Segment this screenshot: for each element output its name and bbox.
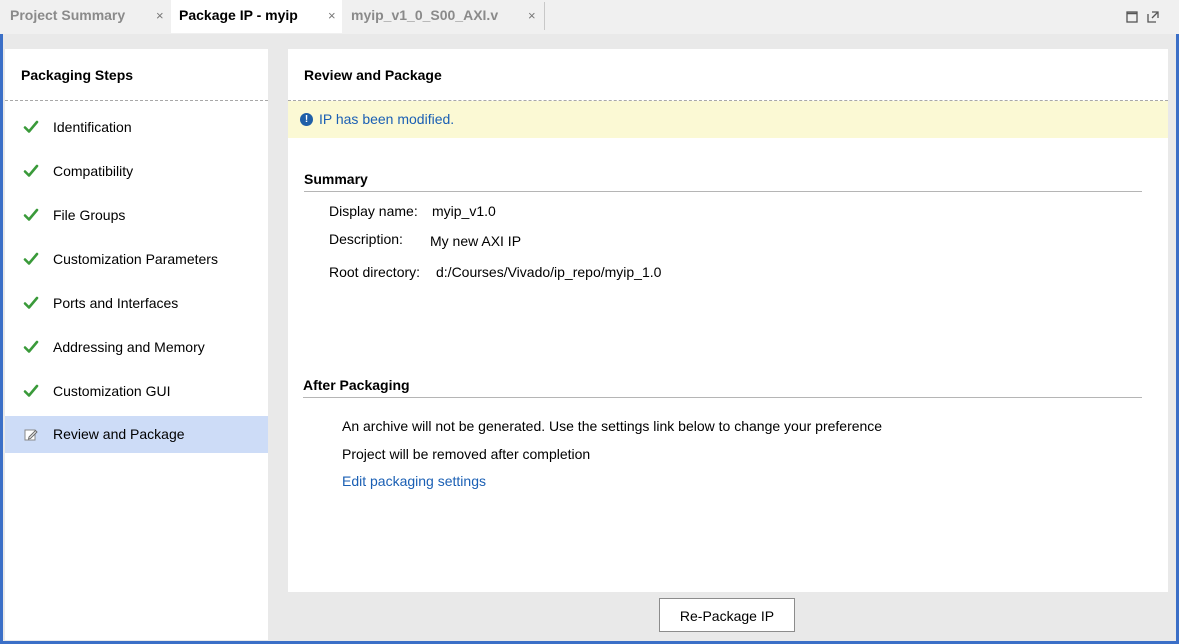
display-name-value: myip_v1.0 [432,203,496,219]
info-icon: ! [300,113,313,126]
summary-divider [304,191,1142,192]
step-label: Customization Parameters [53,251,218,267]
maximize-icon[interactable] [1126,11,1138,23]
tab-label: Project Summary [10,7,126,23]
check-icon [23,340,39,353]
tab-label: Package IP - myip [179,7,298,23]
panel-header: Review and Package [288,49,1168,101]
panel-title: Review and Package [304,67,442,83]
check-icon [23,296,39,309]
root-directory-label: Root directory: [329,264,421,280]
check-icon [23,252,39,265]
step-customization-parameters[interactable]: Customization Parameters [5,241,268,278]
re-package-ip-button[interactable]: Re-Package IP [659,598,795,632]
check-icon [23,208,39,221]
step-label: Ports and Interfaces [53,295,179,311]
modified-banner: ! IP has been modified. [288,101,1168,138]
step-addressing-and-memory[interactable]: Addressing and Memory [5,329,268,366]
editor-tab-bar: Project Summary × Package IP - myip × my… [0,0,1179,35]
close-icon[interactable]: × [328,1,336,31]
review-and-package-panel: Review and Package ! IP has been modifie… [288,49,1168,592]
packaging-steps-header: Packaging Steps [5,49,268,101]
after-packaging-title: After Packaging [303,377,410,393]
close-icon[interactable]: × [528,1,536,31]
tab-label: myip_v1_0_S00_AXI.v [351,7,499,23]
float-icon[interactable] [1147,11,1159,23]
step-label: Customization GUI [53,383,171,399]
check-icon [23,164,39,177]
after-packaging-divider [303,397,1142,398]
tab-divider [544,2,545,30]
tab-myip-v1-0-s00-axi[interactable]: myip_v1_0_S00_AXI.v × [342,0,544,33]
step-identification[interactable]: Identification [5,109,268,146]
description-label: Description: [329,231,403,247]
summary-title: Summary [304,171,368,187]
packaging-steps-panel: Packaging Steps Identification Compatibi… [5,49,268,640]
step-customization-gui[interactable]: Customization GUI [5,373,268,410]
packaging-steps-title: Packaging Steps [21,67,134,83]
step-label: Identification [53,119,132,135]
step-label: Addressing and Memory [53,339,205,355]
display-name-label: Display name: [329,203,418,219]
step-review-and-package[interactable]: Review and Package [5,416,268,453]
check-icon [23,120,39,133]
edit-packaging-settings-link[interactable]: Edit packaging settings [342,473,486,489]
description-value: My new AXI IP [430,233,522,249]
edit-icon [24,429,38,441]
tab-project-summary[interactable]: Project Summary × [0,0,171,33]
project-removal-note: Project will be removed after completion [342,446,591,462]
step-label: Review and Package [53,426,185,442]
step-label: Compatibility [53,163,134,179]
button-bar: Re-Package IP [288,592,1168,640]
close-icon[interactable]: × [156,1,164,31]
step-compatibility[interactable]: Compatibility [5,153,268,190]
banner-text: IP has been modified. [319,111,455,127]
archive-note: An archive will not be generated. Use th… [342,418,883,434]
root-directory-value: d:/Courses/Vivado/ip_repo/myip_1.0 [436,264,662,280]
check-icon [23,384,39,397]
tab-package-ip[interactable]: Package IP - myip × [171,0,342,33]
step-ports-and-interfaces[interactable]: Ports and Interfaces [5,285,268,322]
step-file-groups[interactable]: File Groups [5,197,268,234]
step-label: File Groups [53,207,126,223]
